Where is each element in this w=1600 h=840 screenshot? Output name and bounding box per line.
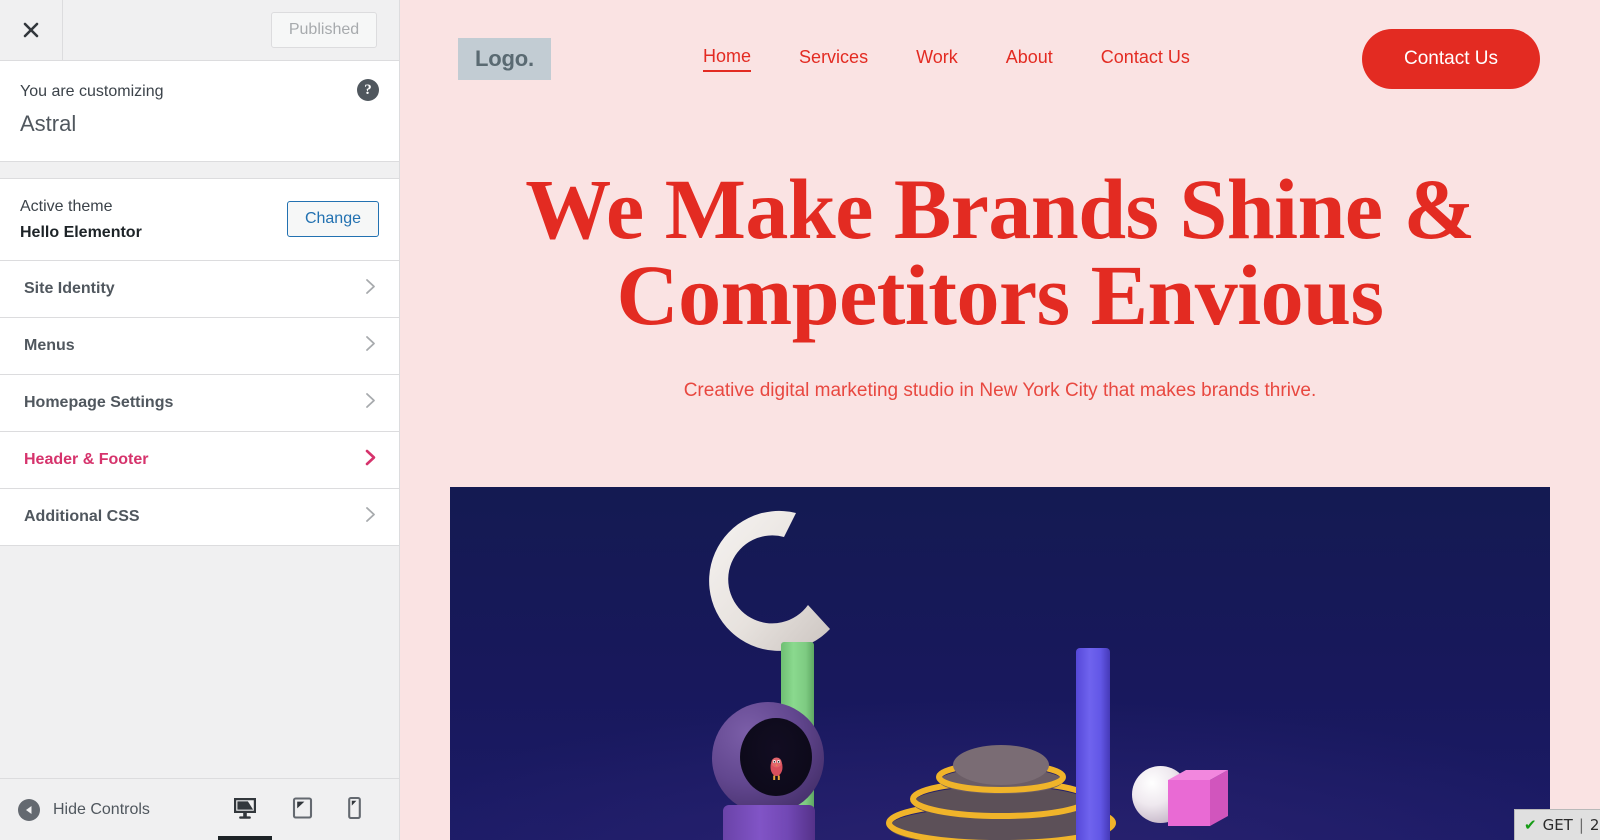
crescent-shape	[700, 507, 850, 657]
chevron-right-icon	[362, 392, 379, 414]
hide-controls-button[interactable]: Hide Controls	[18, 798, 150, 821]
device-preview-switcher	[232, 779, 362, 840]
sidebar-item-label: Header & Footer	[24, 450, 149, 468]
nav-link-work[interactable]: Work	[916, 47, 958, 71]
chevron-right-icon	[362, 449, 379, 471]
close-x-icon	[21, 20, 41, 40]
separator-1: |	[1578, 816, 1584, 834]
contact-us-button[interactable]: Contact Us	[1362, 29, 1540, 89]
customizer-section-list: Site Identity Menus Homepage Settings He…	[0, 260, 399, 546]
desktop-icon	[232, 796, 258, 825]
customizer-footer: Hide Controls	[0, 778, 399, 840]
sidebar-item-label: Site Identity	[24, 279, 115, 297]
device-desktop-button[interactable]	[232, 779, 258, 840]
customizing-label: You are customizing	[20, 83, 164, 100]
site-preview-frame: Logo. Home Services Work About Contact U…	[400, 0, 1600, 840]
sidebar-item-label: Homepage Settings	[24, 393, 174, 411]
sidebar-item-label: Menus	[24, 336, 75, 354]
blue-pole-shape	[1076, 648, 1110, 840]
mobile-icon	[347, 796, 362, 825]
publish-button[interactable]: Published	[271, 12, 377, 48]
chevron-right-icon	[362, 278, 379, 300]
customizer-header: You are customizing Astral ?	[0, 61, 399, 162]
network-status-bar: ✔ GET | 200 | 2s 785 ms | cloudflare Doc	[1514, 809, 1600, 840]
hero-visual-image	[450, 487, 1550, 840]
sidebar-item-header-and-footer[interactable]: Header & Footer	[0, 431, 399, 489]
nav-link-about[interactable]: About	[1006, 47, 1053, 71]
chevron-right-icon	[362, 335, 379, 357]
close-customizer-button[interactable]	[0, 0, 63, 60]
sidebar-item-site-identity[interactable]: Site Identity	[0, 260, 399, 318]
site-title: Astral	[20, 111, 77, 136]
customizer-sidebar: Published You are customizing Astral ? A…	[0, 0, 400, 840]
hero-section: We Make Brands Shine & Competitors Envio…	[400, 118, 1600, 402]
hide-controls-label: Hide Controls	[53, 800, 150, 818]
active-theme-label: Active theme	[20, 197, 113, 215]
publish-area: Published	[63, 0, 399, 60]
nav-link-contact-us[interactable]: Contact Us	[1101, 47, 1190, 71]
hero-heading: We Make Brands Shine & Competitors Envio…	[440, 166, 1560, 338]
hero-subheading: Creative digital marketing studio in New…	[683, 380, 1317, 401]
question-mark-icon[interactable]: ?	[357, 79, 379, 101]
pink-cube-shape	[1168, 768, 1230, 828]
device-mobile-button[interactable]	[347, 779, 362, 840]
customizer-app: Published You are customizing Astral ? A…	[0, 0, 1600, 840]
device-tablet-button[interactable]	[292, 779, 313, 840]
sidebar-empty-space	[0, 545, 399, 778]
bird-figure	[768, 754, 785, 782]
site-navigation: Home Services Work About Contact Us	[531, 46, 1362, 72]
active-theme-name: Hello Elementor	[20, 223, 142, 241]
sidebar-item-additional-css[interactable]: Additional CSS	[0, 488, 399, 546]
request-method: GET	[1542, 816, 1573, 834]
sidebar-item-menus[interactable]: Menus	[0, 317, 399, 375]
panel-spacer	[0, 161, 399, 178]
purple-plinth-shape	[723, 805, 815, 840]
chevron-right-icon	[362, 506, 379, 528]
sidebar-item-homepage-settings[interactable]: Homepage Settings	[0, 374, 399, 432]
customizer-topbar: Published	[0, 0, 399, 61]
change-theme-button[interactable]: Change	[286, 201, 379, 238]
tablet-icon	[292, 796, 313, 825]
hero-heading-line-1: We Make Brands Shine &	[525, 161, 1475, 257]
hero-heading-line-2: Competitors Envious	[616, 247, 1384, 343]
status-code: 200	[1589, 816, 1600, 834]
site-header: Logo. Home Services Work About Contact U…	[400, 0, 1600, 118]
nav-link-home[interactable]: Home	[703, 46, 752, 72]
sidebar-item-label: Additional CSS	[24, 507, 140, 525]
success-check-icon: ✔	[1524, 816, 1537, 834]
collapse-arrow-icon	[18, 798, 40, 821]
nav-link-services[interactable]: Services	[799, 47, 868, 71]
active-theme-row: Active theme Hello Elementor Change	[0, 177, 399, 261]
